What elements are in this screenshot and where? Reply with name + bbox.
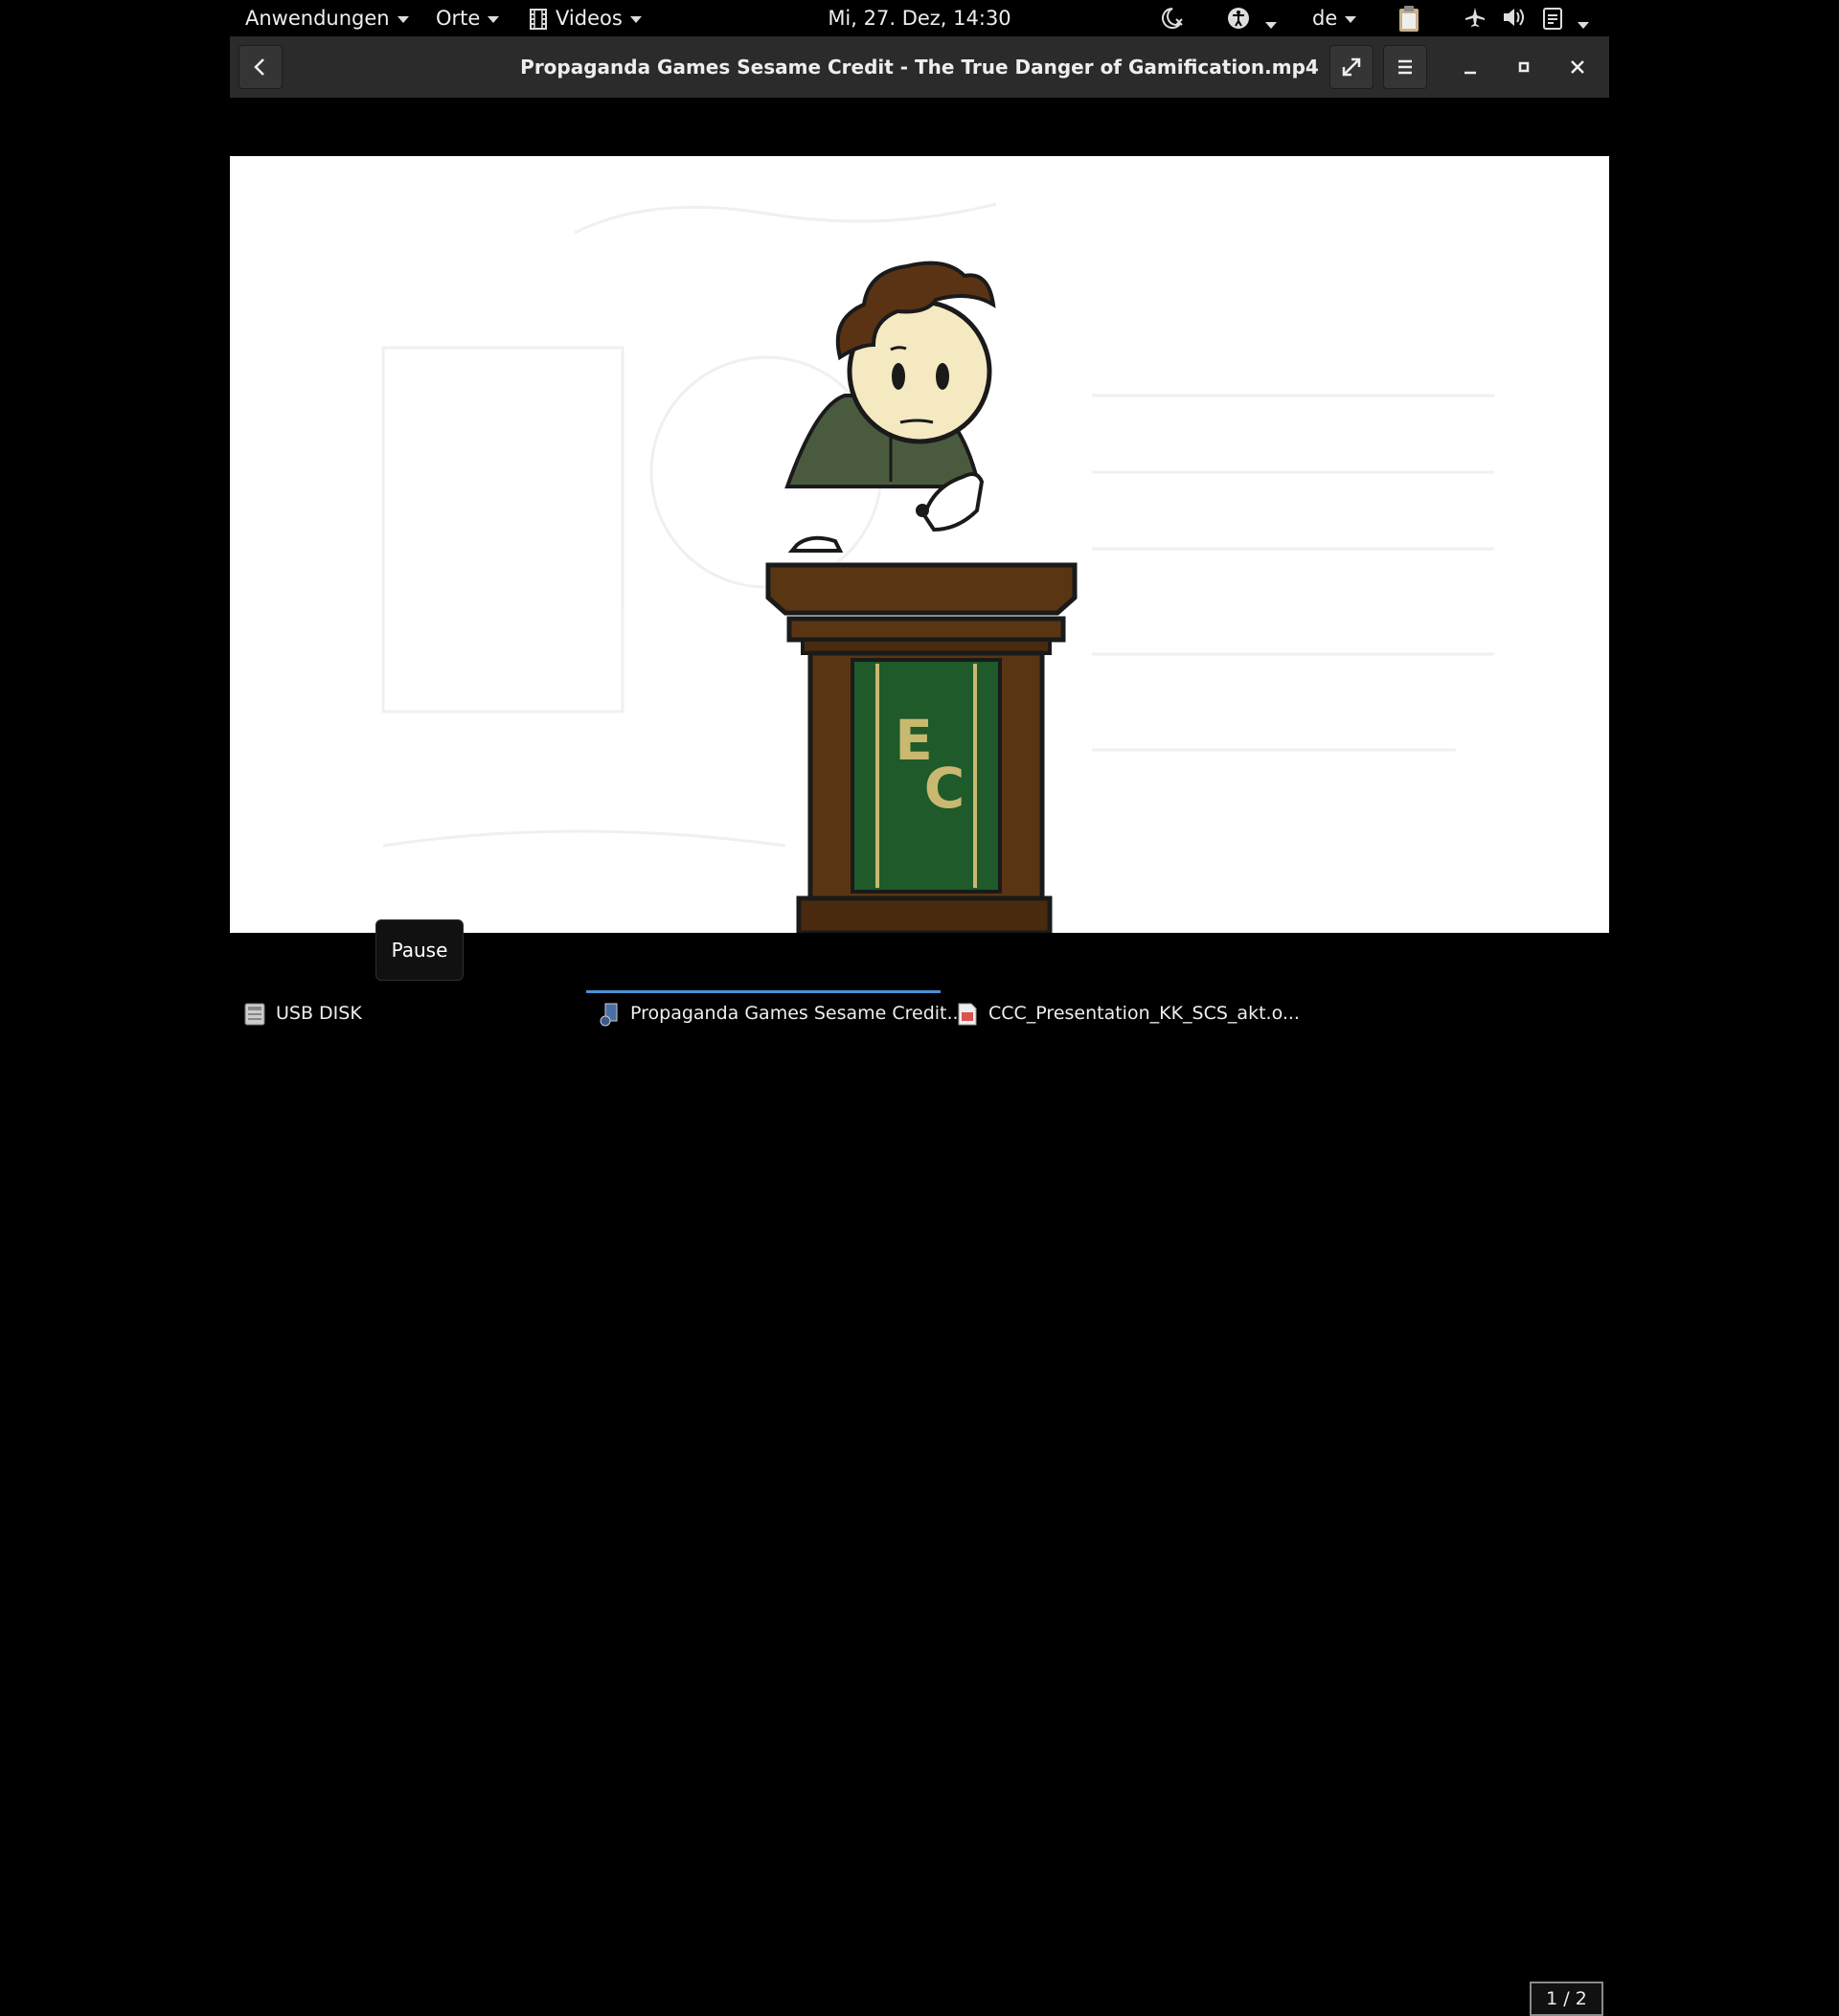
chevron-down-icon bbox=[1345, 15, 1357, 23]
power-menu-icon bbox=[1543, 8, 1562, 30]
pause-tooltip: Pause bbox=[375, 919, 464, 981]
video-player-icon bbox=[600, 1003, 618, 1026]
video-illustration: E C bbox=[381, 202, 1494, 933]
chevron-down-icon bbox=[1265, 21, 1277, 29]
videos-app-menu[interactable]: Videos bbox=[529, 0, 642, 36]
film-icon bbox=[530, 9, 547, 30]
power-menu[interactable] bbox=[1542, 6, 1589, 31]
speaker-figure bbox=[784, 260, 996, 553]
fullscreen-icon bbox=[1342, 57, 1361, 77]
podium-letter-c: C bbox=[924, 756, 965, 821]
maximize-icon bbox=[1518, 61, 1530, 73]
taskbar-item-label: Propaganda Games Sesame Credit... bbox=[630, 1003, 965, 1024]
fullscreen-button[interactable] bbox=[1329, 45, 1374, 89]
active-task-indicator bbox=[586, 990, 941, 993]
clock[interactable]: Mi, 27. Dez, 14:30 bbox=[824, 0, 1015, 36]
taskbar-item-usb-disk[interactable]: USB DISK bbox=[243, 986, 362, 1034]
airplane-icon[interactable] bbox=[1464, 6, 1487, 31]
taskbar-item-label: CCC_Presentation_KK_SCS_akt.o... bbox=[988, 1003, 1300, 1024]
videos-label: Videos bbox=[556, 7, 623, 30]
podium: E C bbox=[765, 562, 1078, 933]
chevron-down-icon bbox=[397, 15, 409, 23]
applications-menu[interactable]: Anwendungen bbox=[245, 0, 409, 36]
keyboard-layout-label: de bbox=[1312, 7, 1338, 30]
clipboard-icon[interactable] bbox=[1396, 6, 1421, 32]
close-button[interactable] bbox=[1560, 50, 1595, 84]
keyboard-layout-menu[interactable]: de bbox=[1312, 6, 1357, 31]
accessibility-icon bbox=[1228, 8, 1249, 29]
top-bar: Anwendungen Orte Videos Mi, 27. Dez, 14:… bbox=[0, 0, 1839, 36]
window-header: Propaganda Games Sesame Credit - The Tru… bbox=[230, 36, 1609, 99]
close-icon bbox=[1571, 60, 1584, 74]
back-button[interactable] bbox=[238, 45, 283, 89]
taskbar-item-label: USB DISK bbox=[276, 1003, 362, 1024]
volume-icon[interactable] bbox=[1502, 6, 1527, 31]
window-title: Propaganda Games Sesame Credit - The Tru… bbox=[520, 56, 1319, 79]
applications-label: Anwendungen bbox=[245, 7, 390, 30]
night-light-icon[interactable] bbox=[1159, 6, 1186, 31]
workspace-indicator[interactable]: 1 / 2 bbox=[1530, 1982, 1603, 2016]
chevron-down-icon bbox=[629, 15, 642, 23]
menu-button[interactable] bbox=[1383, 45, 1427, 89]
places-label: Orte bbox=[436, 7, 481, 30]
minimize-button[interactable] bbox=[1453, 50, 1487, 84]
back-icon bbox=[254, 58, 264, 76]
video-frame[interactable]: E C bbox=[230, 156, 1609, 933]
chevron-down-icon bbox=[488, 15, 500, 23]
taskbar: USB DISK Propaganda Games Sesame Credit.… bbox=[0, 986, 1839, 2016]
maximize-button[interactable] bbox=[1507, 50, 1541, 84]
presentation-icon bbox=[958, 1003, 977, 1025]
chevron-down-icon bbox=[1578, 21, 1589, 29]
taskbar-item-presentation[interactable]: CCC_Presentation_KK_SCS_akt.o... bbox=[956, 986, 1300, 1034]
menu-icon bbox=[1398, 59, 1412, 75]
disk-icon bbox=[244, 1003, 265, 1025]
taskbar-item-video-player[interactable]: Propaganda Games Sesame Credit... bbox=[598, 986, 965, 1034]
places-menu[interactable]: Orte bbox=[436, 0, 500, 36]
accessibility-menu[interactable] bbox=[1226, 6, 1277, 31]
minimize-icon bbox=[1464, 71, 1476, 75]
